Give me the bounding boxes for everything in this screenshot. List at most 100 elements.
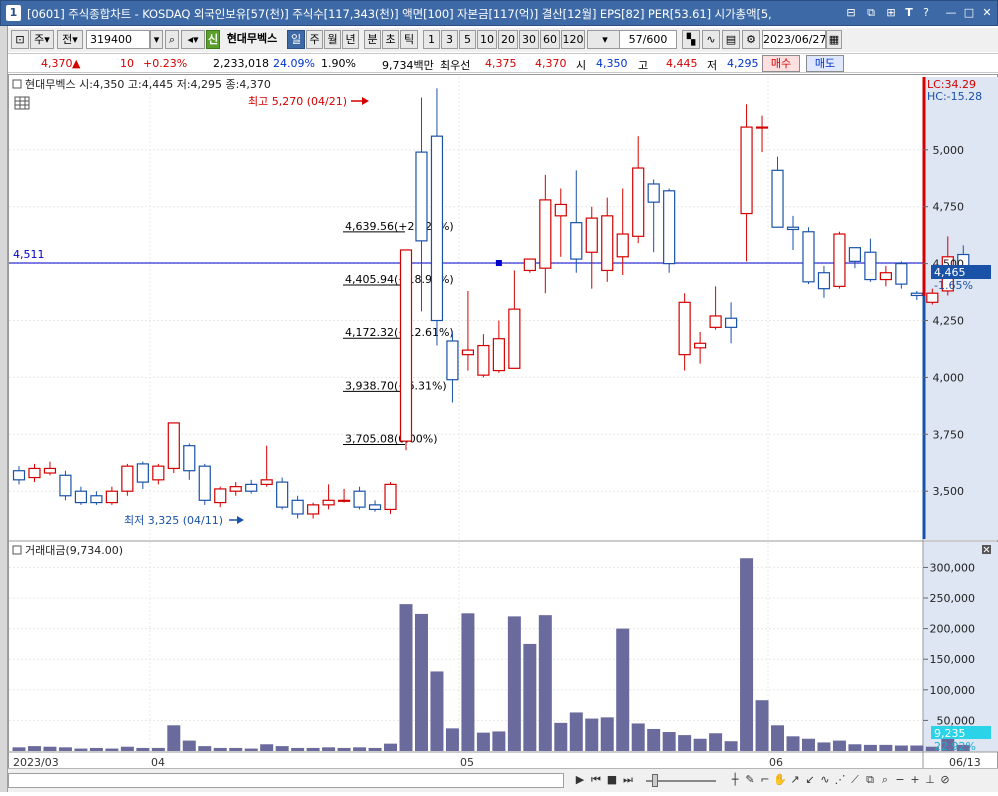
- level-line-marker: [495, 260, 502, 266]
- interval-60-button[interactable]: 60: [540, 30, 560, 49]
- stock-code-input[interactable]: 319400: [86, 30, 150, 49]
- search-icon[interactable]: ⌕: [165, 30, 179, 49]
- period-week-tab[interactable]: 주: [306, 30, 323, 49]
- volume-bar: [74, 748, 88, 751]
- gear-icon[interactable]: ⚙: [742, 30, 760, 49]
- volume-bar: [322, 747, 336, 751]
- candle-body-down: [90, 495, 103, 504]
- up-arrow-icon: ▲: [72, 57, 81, 70]
- period-second-tab[interactable]: 초: [382, 30, 399, 49]
- shape-tool-icon[interactable]: ⧉: [863, 772, 877, 789]
- candle-body-down: [415, 151, 428, 242]
- interval-10-button[interactable]: 10: [477, 30, 497, 49]
- trend-tool-icon[interactable]: ↙: [803, 772, 817, 789]
- data-count-input[interactable]: 57/600: [619, 30, 677, 49]
- crosshair-icon[interactable]: ┼: [728, 772, 742, 789]
- period-minute-tab[interactable]: 분: [364, 30, 381, 49]
- scroll-right-icon[interactable]: ▶: [573, 772, 587, 789]
- save-icon[interactable]: ▤: [722, 30, 740, 49]
- buy-button[interactable]: 매수: [762, 55, 800, 72]
- candle-body-up: [322, 499, 335, 506]
- market-select[interactable]: 주▾: [30, 30, 54, 49]
- maximize-button[interactable]: □: [961, 5, 977, 21]
- chart-scrollbar[interactable]: [8, 773, 564, 788]
- zoom-in-icon[interactable]: +: [908, 772, 922, 789]
- volume-bar: [229, 747, 243, 751]
- interval-1-button[interactable]: 1: [423, 30, 440, 49]
- zoom-slider-handle[interactable]: [652, 774, 658, 787]
- restore-layout-icon[interactable]: ⊟: [843, 5, 859, 21]
- volume-bar: [12, 747, 26, 751]
- candle-body-down: [446, 340, 459, 381]
- candle-body-down: [895, 263, 908, 285]
- candle-body-up: [384, 483, 397, 511]
- min-price-label: 최저 3,325 (04/11): [124, 514, 223, 527]
- zoom-out-icon[interactable]: −: [893, 772, 907, 789]
- candle-body-up: [601, 215, 614, 272]
- scope-select[interactable]: 전▾: [57, 30, 83, 49]
- volume-tick-label: 300,000: [930, 561, 976, 574]
- volume-bar: [523, 643, 537, 751]
- sell-button[interactable]: 매도: [806, 55, 844, 72]
- candle-body-up: [121, 465, 134, 492]
- market-select-label: 주: [34, 33, 45, 46]
- volume-bar: [136, 747, 150, 751]
- wave-tool-icon[interactable]: ∿: [818, 772, 832, 789]
- candle-body-up: [632, 167, 645, 237]
- candle-body-up: [399, 249, 413, 442]
- period-day-tab[interactable]: 일: [287, 30, 305, 49]
- scroll-end-icon[interactable]: ⏭: [620, 772, 636, 789]
- indicator-icon[interactable]: ∿: [702, 30, 720, 49]
- bar-tool-icon[interactable]: ⌐: [758, 772, 772, 789]
- volume-bar: [817, 742, 831, 751]
- help-icon[interactable]: ?: [918, 5, 934, 21]
- trade-value: 9,734백만: [382, 59, 434, 72]
- fibo-tool-icon[interactable]: ⋰: [833, 772, 847, 789]
- custom-interval-select[interactable]: ▾: [587, 30, 623, 49]
- fit-icon[interactable]: ⊥: [923, 772, 937, 789]
- interval-30-button[interactable]: 30: [519, 30, 539, 49]
- pencil-icon[interactable]: ✎: [743, 772, 757, 789]
- minimize-button[interactable]: —: [943, 5, 959, 21]
- font-size-icon[interactable]: T: [901, 5, 917, 21]
- data-table-icon[interactable]: [14, 96, 30, 110]
- volume-bar: [275, 746, 289, 751]
- date-input[interactable]: 2023/06/27: [762, 30, 826, 49]
- volume-bar: [384, 743, 398, 751]
- candle-body-up: [755, 126, 769, 129]
- speaker-icon[interactable]: ◂▾: [181, 30, 205, 49]
- period-tick-tab[interactable]: 틱: [400, 30, 418, 49]
- arrow-tool-icon[interactable]: ↗: [788, 772, 802, 789]
- stop-icon[interactable]: ■: [605, 772, 619, 789]
- stock-code-dropdown-icon[interactable]: ▾: [150, 30, 163, 49]
- price-tick-label: 5,000: [933, 144, 965, 157]
- period-month-tab[interactable]: 월: [324, 30, 341, 49]
- scroll-start-icon[interactable]: ⏮: [588, 772, 604, 789]
- candle-body-down: [368, 504, 382, 511]
- reset-icon[interactable]: ⊘: [938, 772, 952, 789]
- hand-tool-icon[interactable]: ✋: [773, 772, 787, 789]
- candle-body-down: [59, 474, 72, 497]
- volume-bar: [105, 748, 119, 751]
- best-ask: 4,375: [485, 57, 517, 70]
- period-year-tab[interactable]: 년: [342, 30, 359, 49]
- grid-window-icon[interactable]: ⊞: [883, 5, 899, 21]
- ruler-tool-icon[interactable]: ⟋: [848, 772, 862, 789]
- close-button[interactable]: ✕: [979, 5, 995, 21]
- calendar-icon[interactable]: ▦: [826, 30, 842, 49]
- interval-120-button[interactable]: 120: [561, 30, 585, 49]
- open-price: 4,350: [596, 57, 628, 70]
- interval-3-button[interactable]: 3: [441, 30, 458, 49]
- interval-20-button[interactable]: 20: [498, 30, 518, 49]
- volume-bar: [182, 740, 196, 751]
- candle-body-up: [616, 233, 629, 258]
- copy-window-icon[interactable]: ⧉: [863, 5, 879, 21]
- interval-5-button[interactable]: 5: [459, 30, 476, 49]
- chart-layout-icon[interactable]: ⊡: [11, 30, 29, 49]
- zoom-icon[interactable]: ⌕: [878, 772, 892, 789]
- volume-tick-label: 200,000: [930, 623, 976, 636]
- candle-body-up: [833, 233, 846, 287]
- chart-type-icon[interactable]: ▚: [682, 30, 700, 49]
- volume-bar: [616, 628, 630, 751]
- low-price: 4,295: [727, 57, 759, 70]
